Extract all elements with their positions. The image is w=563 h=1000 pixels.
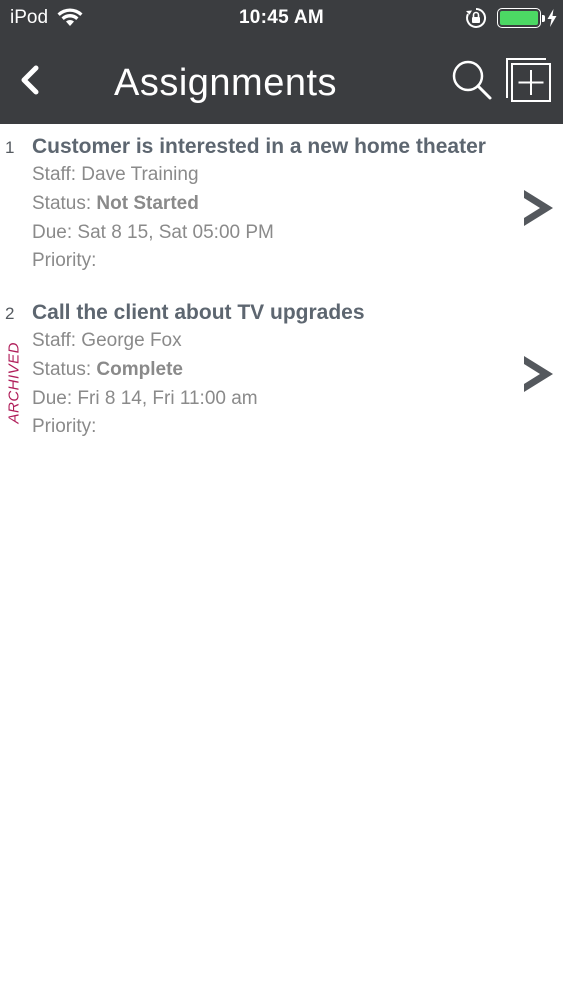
status-label: Status: [32, 193, 97, 214]
archived-tag: ARCHIVED [5, 341, 23, 424]
row-number: 1 [5, 138, 15, 157]
status-value: Complete [96, 359, 183, 380]
chevron-left-icon [21, 65, 39, 95]
battery-level [500, 11, 538, 25]
status-right [465, 7, 557, 29]
add-square-icon[interactable] [504, 56, 554, 104]
assignment-title: Call the client about TV upgrades [32, 301, 365, 324]
row-number: 2 [5, 304, 15, 323]
chevron-right-icon[interactable] [519, 352, 559, 396]
assignment-list: 1 Customer is interested in a new home t… [0, 124, 563, 456]
assignment-due: Due: Sat 8 15, Sat 05:00 PM [32, 222, 274, 243]
assignment-status: Status: Complete [32, 358, 183, 382]
assignment-row[interactable]: 2 Call the client about TV upgrades Staf… [0, 290, 563, 456]
status-value: Not Started [96, 193, 199, 214]
assignment-priority: Priority: [32, 250, 97, 271]
back-button[interactable] [10, 60, 50, 100]
page-title: Assignments [114, 62, 338, 104]
nav-bar: Assignments [0, 38, 563, 124]
assignment-title: Customer is interested in a new home the… [32, 135, 486, 158]
battery-tip [542, 15, 545, 22]
assignment-due: Due: Fri 8 14, Fri 11:00 am [32, 388, 258, 409]
chevron-right-icon[interactable] [519, 186, 559, 230]
assignment-priority: Priority: [32, 416, 97, 437]
orientation-lock-icon [466, 7, 487, 28]
assignment-row[interactable]: 1 Customer is interested in a new home t… [0, 124, 563, 290]
assignment-staff: Staff: George Fox [32, 330, 182, 351]
assignment-status: Status: Not Started [32, 192, 199, 216]
search-icon[interactable] [450, 58, 494, 102]
assignment-staff: Staff: Dave Training [32, 164, 199, 185]
charging-bolt-icon [547, 9, 557, 27]
battery-icon [497, 8, 545, 28]
status-bar: iPod 10:45 AM [0, 0, 563, 38]
status-label: Status: [32, 359, 97, 380]
